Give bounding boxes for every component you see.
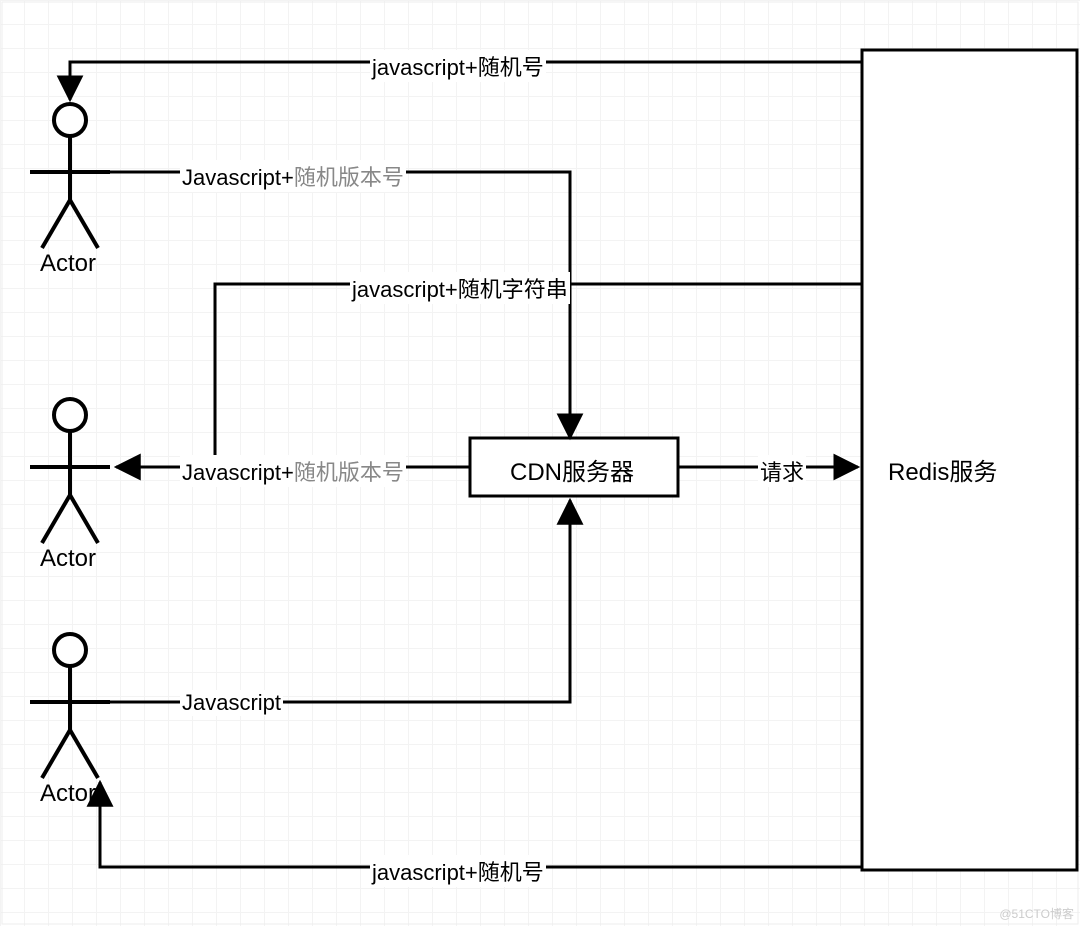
edge-a1-to-cdn-label: Javascript+随机版本号 [180, 160, 406, 192]
edge-bottom-return-label: javascript+随机号 [370, 855, 546, 887]
actor-1-label: Actor [40, 250, 96, 278]
edge-a3-to-cdn-label: Javascript [180, 690, 283, 716]
actor-3-label: Actor [40, 780, 96, 808]
edge-a1-to-cdn [110, 172, 570, 438]
watermark: @51CTO博客 [999, 905, 1074, 922]
edge-a1-to-cdn-label-pre: Javascript+ [182, 165, 294, 190]
edge-cdn-to-redis-label: 请求 [758, 455, 806, 487]
actor-1-icon [30, 104, 110, 248]
actor-2-label: Actor [40, 545, 96, 573]
edge-a1-to-cdn-label-suf: 随机版本号 [294, 165, 404, 190]
actor-2-icon [30, 399, 110, 543]
edge-redis-to-cdn-label: javascript+随机字符串 [350, 272, 570, 304]
edge-cdn-to-a2-label: Javascript+随机版本号 [180, 455, 406, 487]
edge-top-return-label: javascript+随机号 [370, 50, 546, 82]
redis-label: Redis服务 [888, 452, 997, 487]
cdn-label: CDN服务器 [510, 452, 634, 487]
edge-a3-to-cdn [110, 500, 570, 702]
edge-cdn-to-a2-label-suf: 随机版本号 [294, 460, 404, 485]
edge-cdn-to-a2-label-pre: Javascript+ [182, 460, 294, 485]
actor-3-icon [30, 634, 110, 778]
